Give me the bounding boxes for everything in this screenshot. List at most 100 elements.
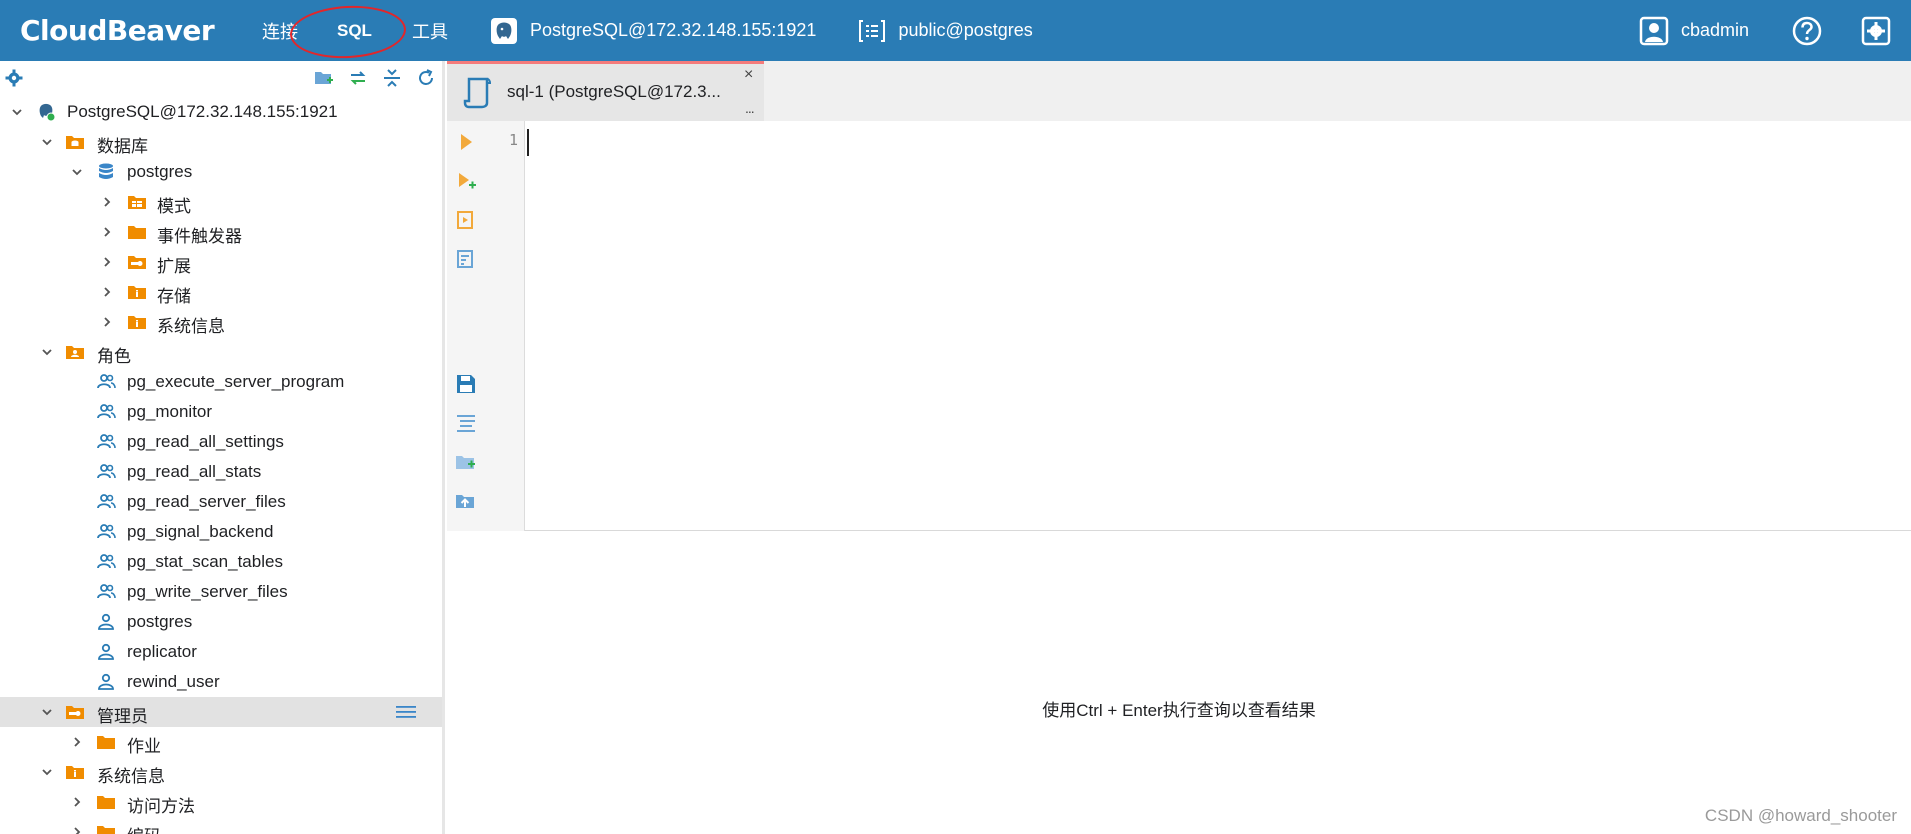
chevron-right-icon[interactable]: [70, 735, 84, 749]
roles-folder-icon: [66, 346, 84, 359]
tree-node-role[interactable]: pg_monitor: [0, 397, 442, 427]
tree-node-jobs[interactable]: 作业: [0, 727, 442, 757]
extension-folder-icon: [128, 256, 146, 269]
tree-node-system-info-2[interactable]: 系统信息: [0, 757, 442, 787]
tree-node-user[interactable]: replicator: [0, 637, 442, 667]
tree-label: 作业: [127, 737, 161, 756]
help-icon[interactable]: [1791, 15, 1823, 47]
tree-node-user[interactable]: rewind_user: [0, 667, 442, 697]
tree-node-database-postgres[interactable]: postgres: [0, 157, 442, 187]
chevron-down-icon[interactable]: [40, 765, 54, 779]
tree-node-administer[interactable]: 管理员: [0, 697, 442, 727]
chevron-right-icon[interactable]: [100, 285, 114, 299]
sql-editor-area: sql-1 (PostgreSQL@172.3... × ... 1 使用Ctr…: [447, 61, 1911, 834]
tree-label: replicator: [127, 642, 197, 661]
connection-selector[interactable]: PostgreSQL@172.32.148.155:1921: [490, 17, 816, 45]
tree-node-system-info[interactable]: 系统信息: [0, 307, 442, 337]
tree-label: pg_monitor: [127, 402, 213, 421]
line-number: 1: [508, 131, 518, 149]
link-with-editor-icon[interactable]: [348, 68, 368, 88]
results-panel: 使用Ctrl + Enter执行查询以查看结果: [447, 532, 1911, 834]
code-input-area[interactable]: [527, 121, 1911, 531]
admin-folder-icon: [66, 706, 84, 719]
user-avatar-icon: [1639, 16, 1669, 45]
chevron-right-icon[interactable]: [100, 225, 114, 239]
tree-node-connection[interactable]: PostgreSQL@172.32.148.155:1921: [0, 97, 442, 127]
role-group-icon: [97, 434, 116, 449]
upload-script-icon[interactable]: [455, 490, 477, 512]
chevron-down-icon[interactable]: [40, 345, 54, 359]
tree-node-storage[interactable]: 存储: [0, 277, 442, 307]
tree-node-event-triggers[interactable]: 事件触发器: [0, 217, 442, 247]
tree-node-encodings[interactable]: 编码: [0, 817, 442, 834]
menu-sql[interactable]: SQL: [337, 21, 372, 41]
tree-node-role[interactable]: pg_stat_scan_tables: [0, 547, 442, 577]
close-tab-icon[interactable]: ×: [744, 66, 753, 84]
schema-selector[interactable]: public@postgres: [858, 17, 1033, 45]
role-group-icon: [97, 584, 116, 599]
chevron-down-icon[interactable]: [70, 165, 84, 179]
chevron-down-icon[interactable]: [40, 705, 54, 719]
chevron-right-icon[interactable]: [100, 195, 114, 209]
navigator-settings-icon[interactable]: [5, 69, 23, 87]
explain-plan-icon[interactable]: [455, 248, 477, 270]
chevron-right-icon[interactable]: [70, 825, 84, 834]
save-script-icon[interactable]: [455, 373, 477, 395]
folder-icon: [97, 796, 115, 809]
tree-node-user[interactable]: postgres: [0, 607, 442, 637]
chevron-right-icon[interactable]: [70, 795, 84, 809]
tree-label: pg_stat_scan_tables: [127, 552, 283, 571]
tree-node-extensions[interactable]: 扩展: [0, 247, 442, 277]
menu-connect[interactable]: 连接: [262, 18, 298, 44]
tab-title: sql-1 (PostgreSQL@172.3...: [507, 82, 721, 101]
results-hint-text: 使用Ctrl + Enter执行查询以查看结果: [1042, 701, 1316, 720]
tree-node-role[interactable]: pg_read_all_settings: [0, 427, 442, 457]
tree-node-role[interactable]: pg_read_all_stats: [0, 457, 442, 487]
text-caret: [527, 129, 529, 156]
tree-label: 角色: [97, 347, 131, 366]
tree-label: postgres: [127, 162, 193, 181]
postgresql-connected-icon: [39, 103, 56, 122]
top-bar: CloudBeaver 连接 SQL 工具 PostgreSQL@172.32.…: [0, 0, 1911, 61]
tree-label: pg_signal_backend: [127, 522, 274, 541]
tab-more-icon[interactable]: ...: [745, 100, 755, 116]
role-group-icon: [97, 464, 116, 479]
user-menu[interactable]: cbadmin: [1639, 15, 1891, 47]
execute-in-new-tab-icon[interactable]: [455, 170, 477, 192]
refresh-icon[interactable]: [416, 68, 436, 88]
tree-label: pg_execute_server_program: [127, 372, 345, 391]
chevron-down-icon[interactable]: [10, 105, 24, 119]
sql-editor-tab[interactable]: sql-1 (PostgreSQL@172.3... × ...: [447, 61, 764, 121]
tree-node-role[interactable]: pg_read_server_files: [0, 487, 442, 517]
collapse-all-icon[interactable]: [382, 68, 402, 88]
tree-node-roles[interactable]: 角色: [0, 337, 442, 367]
tree-node-role[interactable]: pg_execute_server_program: [0, 367, 442, 397]
format-sql-icon[interactable]: [455, 412, 477, 434]
role-group-icon: [97, 494, 116, 509]
username: cbadmin: [1680, 20, 1749, 40]
database-icon: [99, 163, 113, 179]
postgresql-elephant-icon: [490, 17, 517, 44]
sql-editor[interactable]: 1: [447, 121, 1911, 531]
load-script-icon[interactable]: [455, 451, 477, 473]
settings-gear-icon[interactable]: [1861, 16, 1891, 46]
folder-icon: [97, 736, 115, 749]
tree-node-databases[interactable]: 数据库: [0, 127, 442, 157]
tree-node-schemas[interactable]: 模式: [0, 187, 442, 217]
chevron-right-icon[interactable]: [100, 255, 114, 269]
watermark-text: CSDN @howard_shooter: [1704, 806, 1897, 825]
execute-script-icon[interactable]: [455, 209, 477, 231]
context-menu-icon[interactable]: [396, 705, 416, 719]
tree-node-access-methods[interactable]: 访问方法: [0, 787, 442, 817]
cloudbeaver-logo[interactable]: CloudBeaver: [14, 11, 215, 51]
navigator-toolbar: [0, 61, 442, 97]
sql-script-icon: [463, 77, 491, 109]
menu-tools[interactable]: 工具: [412, 18, 448, 44]
new-folder-icon[interactable]: [314, 68, 334, 88]
chevron-right-icon[interactable]: [100, 315, 114, 329]
tree-node-role[interactable]: pg_write_server_files: [0, 577, 442, 607]
tree-node-role[interactable]: pg_signal_backend: [0, 517, 442, 547]
execute-statement-icon[interactable]: [455, 131, 477, 153]
chevron-down-icon[interactable]: [40, 135, 54, 149]
user-role-icon: [98, 613, 114, 630]
